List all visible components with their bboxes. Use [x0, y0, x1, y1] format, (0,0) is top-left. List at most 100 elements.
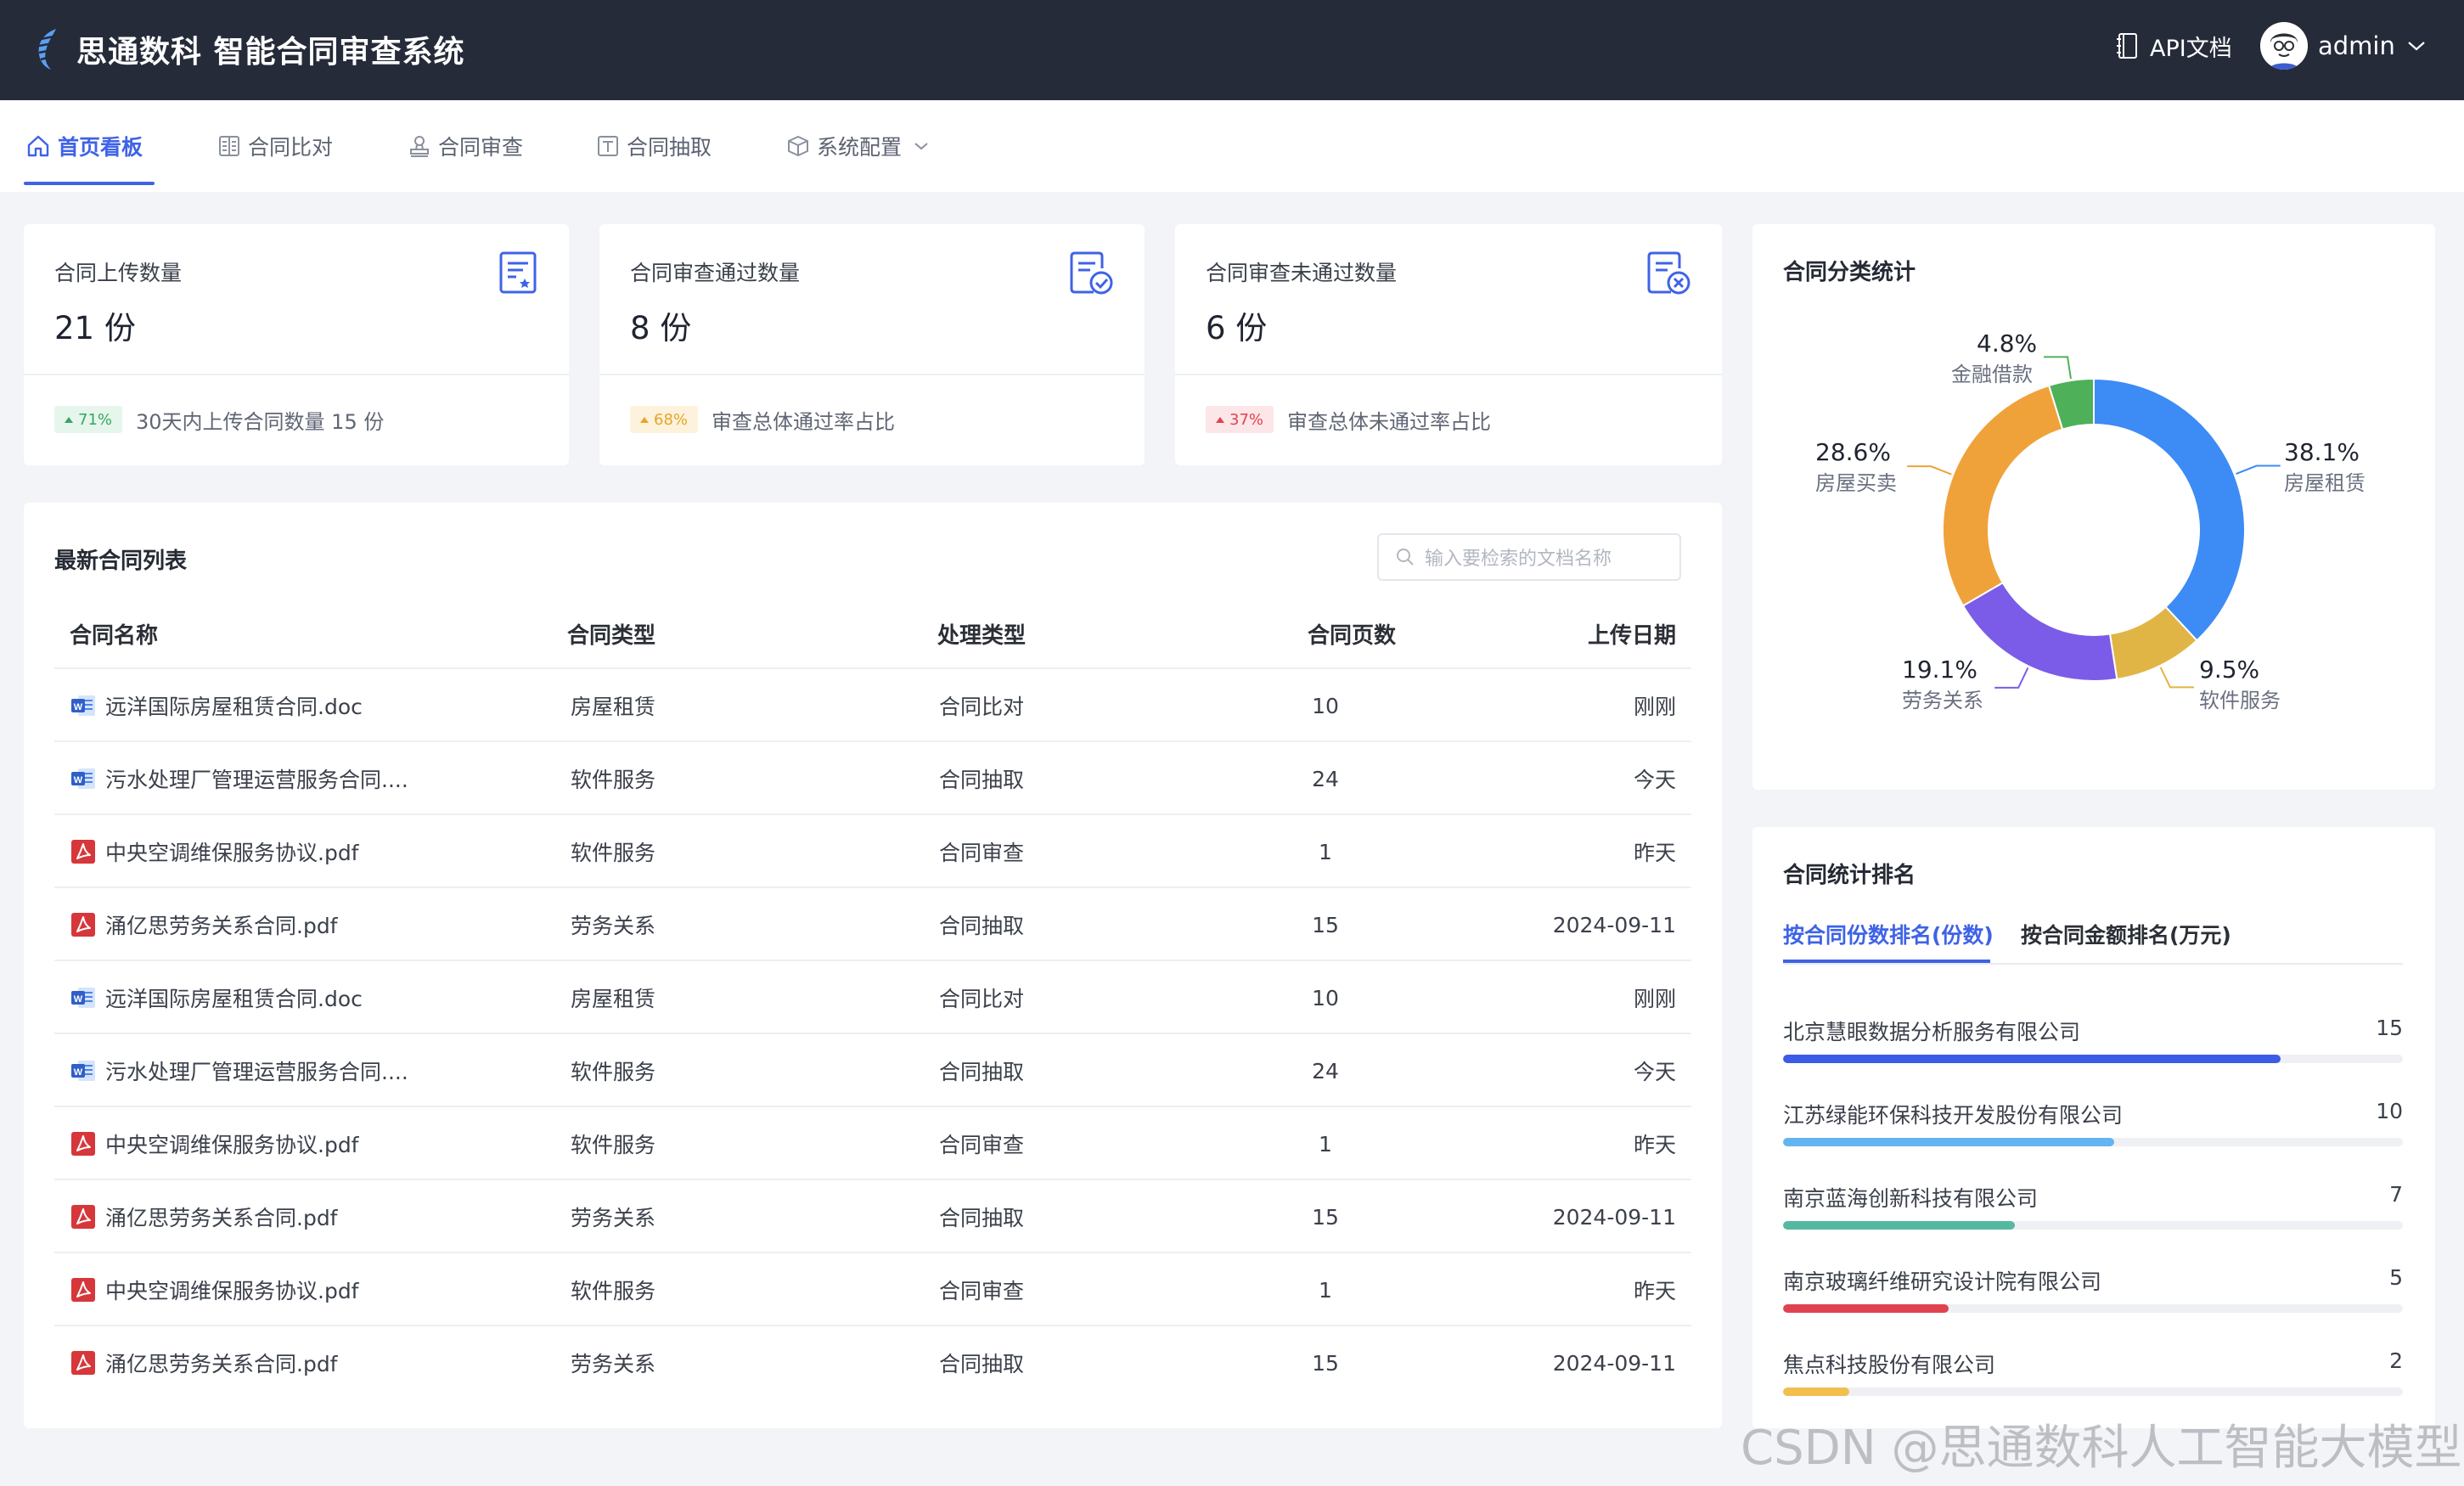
- column-header-pages: 合同页数: [1308, 623, 1397, 649]
- cell-contract-name: 中央空调维保服务协议.pdf: [70, 815, 359, 888]
- word-file-icon: W: [71, 768, 95, 789]
- svg-text:W: W: [74, 994, 83, 1005]
- cell-contract-type: 软件服务: [571, 768, 656, 792]
- tab-compare-label: 合同比对: [248, 135, 334, 160]
- search-placeholder: 输入要检索的文档名称: [1425, 549, 1612, 570]
- table-row[interactable]: W 污水处理厂管理运营服务合同.... 软件服务 合同抽取 24 今天: [54, 740, 1691, 813]
- contract-name[interactable]: 涌亿思劳务关系合同.pdf: [105, 1348, 338, 1378]
- contract-name[interactable]: 中央空调维保服务协议.pdf: [105, 1129, 359, 1159]
- tab-review[interactable]: 合同审查: [408, 100, 523, 192]
- rank-bar-fill: [1783, 1138, 2115, 1146]
- table-row[interactable]: W 远洋国际房屋租赁合同.doc 房屋租赁 合同比对 10 刚刚: [54, 667, 1691, 740]
- logo-icon: [38, 29, 59, 70]
- trend-badge-value: 37%: [1229, 410, 1264, 429]
- compare-icon: [219, 136, 239, 156]
- cell-process-type: 合同抽取: [939, 1352, 1025, 1376]
- trend-badge-value: 71%: [78, 410, 113, 429]
- cell-process-type: 合同审查: [939, 1133, 1025, 1157]
- word-file-icon: W: [71, 1061, 95, 1081]
- avatar-icon: [2260, 22, 2308, 70]
- contract-name[interactable]: 污水处理厂管理运营服务合同....: [105, 763, 408, 794]
- tab-rank-by-amount[interactable]: 按合同金额排名(万元): [2021, 919, 2231, 949]
- word-file-icon: W: [71, 695, 95, 716]
- divider: [599, 374, 1145, 375]
- home-icon: [27, 135, 49, 157]
- rank-item-value: 15: [2376, 1016, 2403, 1040]
- donut-slice-0[interactable]: [2093, 377, 2246, 642]
- stat-description: 30天内上传合同数量 15 份: [136, 409, 385, 434]
- cell-page-count: 1: [1319, 1277, 1332, 1303]
- donut-slice-3[interactable]: [1942, 384, 2064, 607]
- search-input[interactable]: 输入要检索的文档名称: [1377, 533, 1681, 581]
- cell-contract-type: 劳务关系: [571, 1206, 656, 1230]
- stat-card-rejected: 合同审查未通过数量 6 份 37% 审查总体未通过率占比: [1175, 224, 1722, 465]
- contract-list-title: 最新合同列表: [54, 549, 188, 574]
- search-icon: [1397, 549, 1414, 566]
- rank-item-name: 南京玻璃纤维研究设计院有限公司: [1783, 1269, 2102, 1294]
- donut-label-3: 28.6% 房屋买卖: [1815, 438, 1897, 496]
- stamp-icon: [410, 136, 429, 157]
- top-bar: 思通数科 智能合同审查系统 API文档 admin: [0, 0, 2464, 100]
- cell-process-type: 合同审查: [939, 1279, 1025, 1303]
- trend-badge: 71%: [54, 406, 123, 433]
- contract-name[interactable]: 中央空调维保服务协议.pdf: [105, 836, 359, 867]
- cell-upload-date: 昨天: [1633, 1133, 1676, 1157]
- word-file-icon: W: [71, 988, 95, 1008]
- contract-name[interactable]: 涌亿思劳务关系合同.pdf: [105, 1202, 338, 1232]
- divider: [24, 374, 569, 375]
- category-donut-chart: [1907, 356, 2281, 689]
- contract-name[interactable]: 远洋国际房屋租赁合同.doc: [105, 982, 363, 1013]
- table-row[interactable]: W 污水处理厂管理运营服务合同.... 软件服务 合同抽取 24 今天: [54, 1033, 1691, 1106]
- cell-upload-date: 刚刚: [1633, 695, 1676, 719]
- cell-contract-name: 涌亿思劳务关系合同.pdf: [70, 888, 338, 961]
- table-row[interactable]: 涌亿思劳务关系合同.pdf 劳务关系 合同抽取 15 2024-09-11: [54, 887, 1691, 960]
- rank-item-name: 焦点科技股份有限公司: [1783, 1353, 1996, 1377]
- donut-slice-2[interactable]: [1961, 581, 2118, 682]
- cell-page-count: 15: [1312, 912, 1339, 937]
- contract-name[interactable]: 远洋国际房屋租赁合同.doc: [105, 690, 363, 721]
- main-nav: 首页看板 合同比对 合同审查 合同抽取 系统配置: [0, 100, 2464, 192]
- cell-contract-type: 劳务关系: [571, 914, 656, 938]
- api-doc-link[interactable]: API文档: [2116, 29, 2232, 63]
- donut-label-percent: 28.6%: [1815, 438, 1891, 466]
- cell-process-type: 合同抽取: [939, 914, 1025, 938]
- contract-name[interactable]: 污水处理厂管理运营服务合同....: [105, 1055, 408, 1086]
- api-doc-icon: [2117, 33, 2137, 59]
- cell-contract-name: W 污水处理厂管理运营服务合同....: [70, 1034, 408, 1107]
- donut-leader-line-3: [1907, 465, 1952, 476]
- user-menu[interactable]: admin: [2260, 22, 2426, 70]
- donut-leader-line-2: [1994, 667, 2029, 689]
- rank-item-value: 10: [2376, 1099, 2403, 1123]
- tab-rank-by-count[interactable]: 按合同份数排名(份数): [1783, 919, 1994, 949]
- cell-upload-date: 今天: [1633, 768, 1676, 792]
- contract-name[interactable]: 中央空调维保服务协议.pdf: [105, 1275, 359, 1305]
- tab-settings[interactable]: 系统配置: [786, 100, 936, 192]
- cell-upload-date: 昨天: [1633, 841, 1676, 865]
- table-row[interactable]: 涌亿思劳务关系合同.pdf 劳务关系 合同抽取 15 2024-09-11: [54, 1325, 1691, 1398]
- pdf-file-icon: [71, 1205, 95, 1229]
- table-row[interactable]: 中央空调维保服务协议.pdf 软件服务 合同审查 1 昨天: [54, 1106, 1691, 1179]
- table-row[interactable]: 中央空调维保服务协议.pdf 软件服务 合同审查 1 昨天: [54, 1252, 1691, 1325]
- brand[interactable]: 思通数科 智能合同审查系统: [34, 22, 465, 76]
- rank-bar-track: [1783, 1138, 2403, 1146]
- tab-extract[interactable]: 合同抽取: [596, 100, 712, 192]
- rank-bar-fill: [1783, 1221, 2016, 1230]
- cell-process-type: 合同比对: [939, 695, 1025, 719]
- tab-dashboard[interactable]: 首页看板: [25, 100, 143, 192]
- cell-contract-name: 中央空调维保服务协议.pdf: [70, 1107, 359, 1180]
- contract-name[interactable]: 涌亿思劳务关系合同.pdf: [105, 909, 338, 940]
- donut-label-percent: 38.1%: [2284, 438, 2360, 466]
- stat-description: 审查总体通过率占比: [712, 409, 896, 434]
- cell-contract-name: 涌亿思劳务关系合同.pdf: [70, 1326, 338, 1399]
- donut-label-name: 劳务关系: [1902, 689, 1983, 712]
- table-row[interactable]: W 远洋国际房屋租赁合同.doc 房屋租赁 合同比对 10 刚刚: [54, 960, 1691, 1033]
- table-row[interactable]: 涌亿思劳务关系合同.pdf 劳务关系 合同抽取 15 2024-09-11: [54, 1179, 1691, 1252]
- donut-leader-line-1: [2159, 667, 2194, 689]
- donut-leader-line-0: [2236, 464, 2281, 475]
- stat-description: 审查总体未通过率占比: [1287, 409, 1492, 434]
- rank-item-name: 江苏绿能环保科技开发股份有限公司: [1783, 1103, 2124, 1128]
- stat-card-uploads: 合同上传数量 21 份 71% 30天内上传合同数量 15 份: [24, 224, 569, 465]
- table-row[interactable]: 中央空调维保服务协议.pdf 软件服务 合同审查 1 昨天: [54, 813, 1691, 887]
- cell-process-type: 合同比对: [939, 987, 1025, 1011]
- tab-compare[interactable]: 合同比对: [217, 100, 333, 192]
